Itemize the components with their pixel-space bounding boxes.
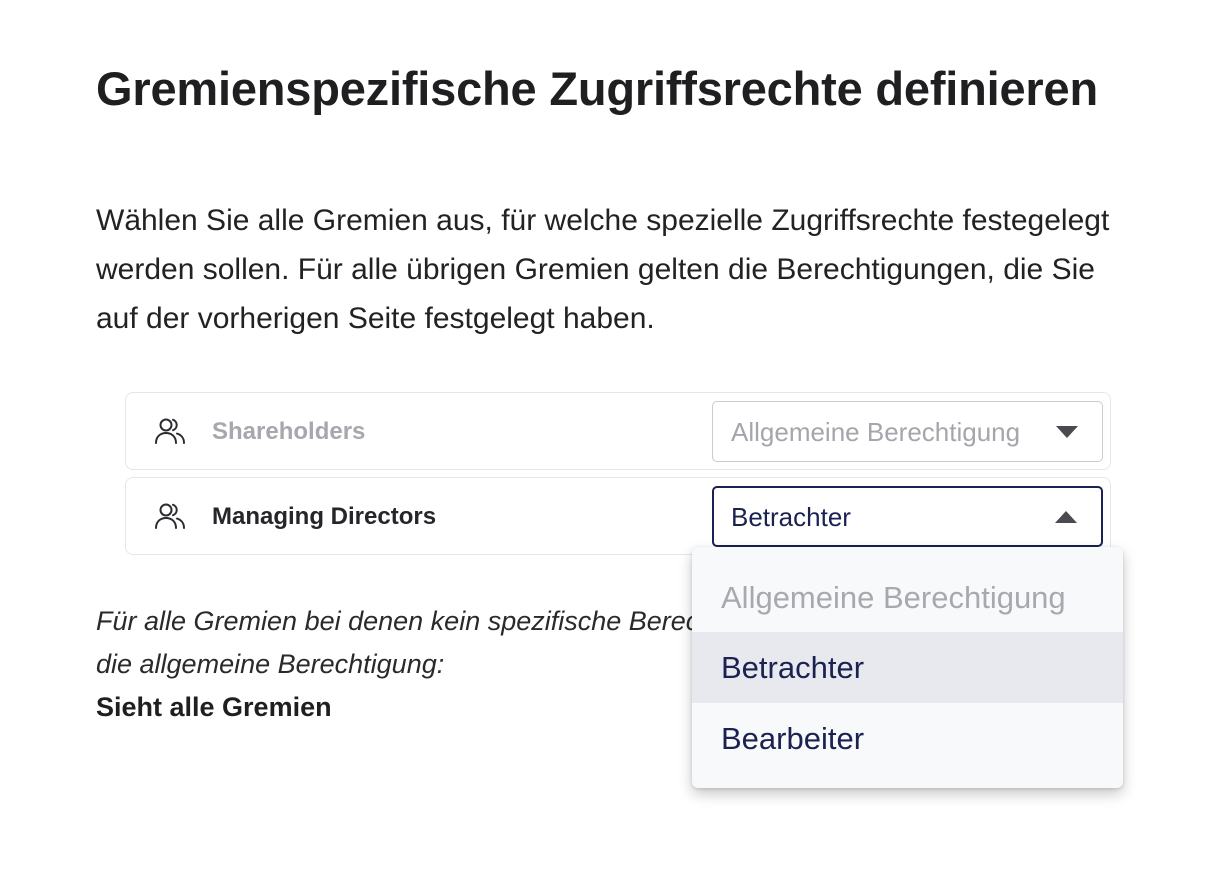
permission-select-value: Allgemeine Berechtigung	[731, 417, 1021, 447]
dropdown-option-bearbeiter[interactable]: Bearbeiter	[692, 703, 1123, 774]
permission-select-shareholders[interactable]: Allgemeine Berechtigung	[712, 401, 1103, 462]
permission-select-value: Betrachter	[731, 502, 851, 532]
users-icon	[154, 501, 186, 531]
committee-row-managing-directors: Managing Directors Betrachter	[125, 477, 1111, 555]
committee-name: Managing Directors	[212, 503, 437, 530]
permissions-page: Gremienspezifische Zugriffsrechte defini…	[0, 0, 1222, 874]
dropdown-option-allgemeine-berechtigung[interactable]: Allgemeine Berechtigung	[692, 562, 1123, 633]
chevron-up-icon	[1055, 511, 1077, 523]
page-title: Gremienspezifische Zugriffsrechte defini…	[96, 62, 1098, 115]
dropdown-option-betrachter[interactable]: Betrachter	[692, 632, 1123, 703]
users-icon	[154, 416, 186, 446]
general-permission-value: Sieht alle Gremien	[96, 692, 332, 722]
permission-dropdown-menu: Allgemeine Berechtigung Betrachter Bearb…	[692, 547, 1123, 788]
committee-name: Shareholders	[212, 418, 366, 445]
chevron-down-icon	[1056, 426, 1078, 438]
permission-select-managing-directors[interactable]: Betrachter	[712, 486, 1103, 547]
committee-row-shareholders: Shareholders Allgemeine Berechtigung	[125, 392, 1111, 470]
page-description: Wählen Sie alle Gremien aus, für welche …	[96, 204, 1110, 335]
